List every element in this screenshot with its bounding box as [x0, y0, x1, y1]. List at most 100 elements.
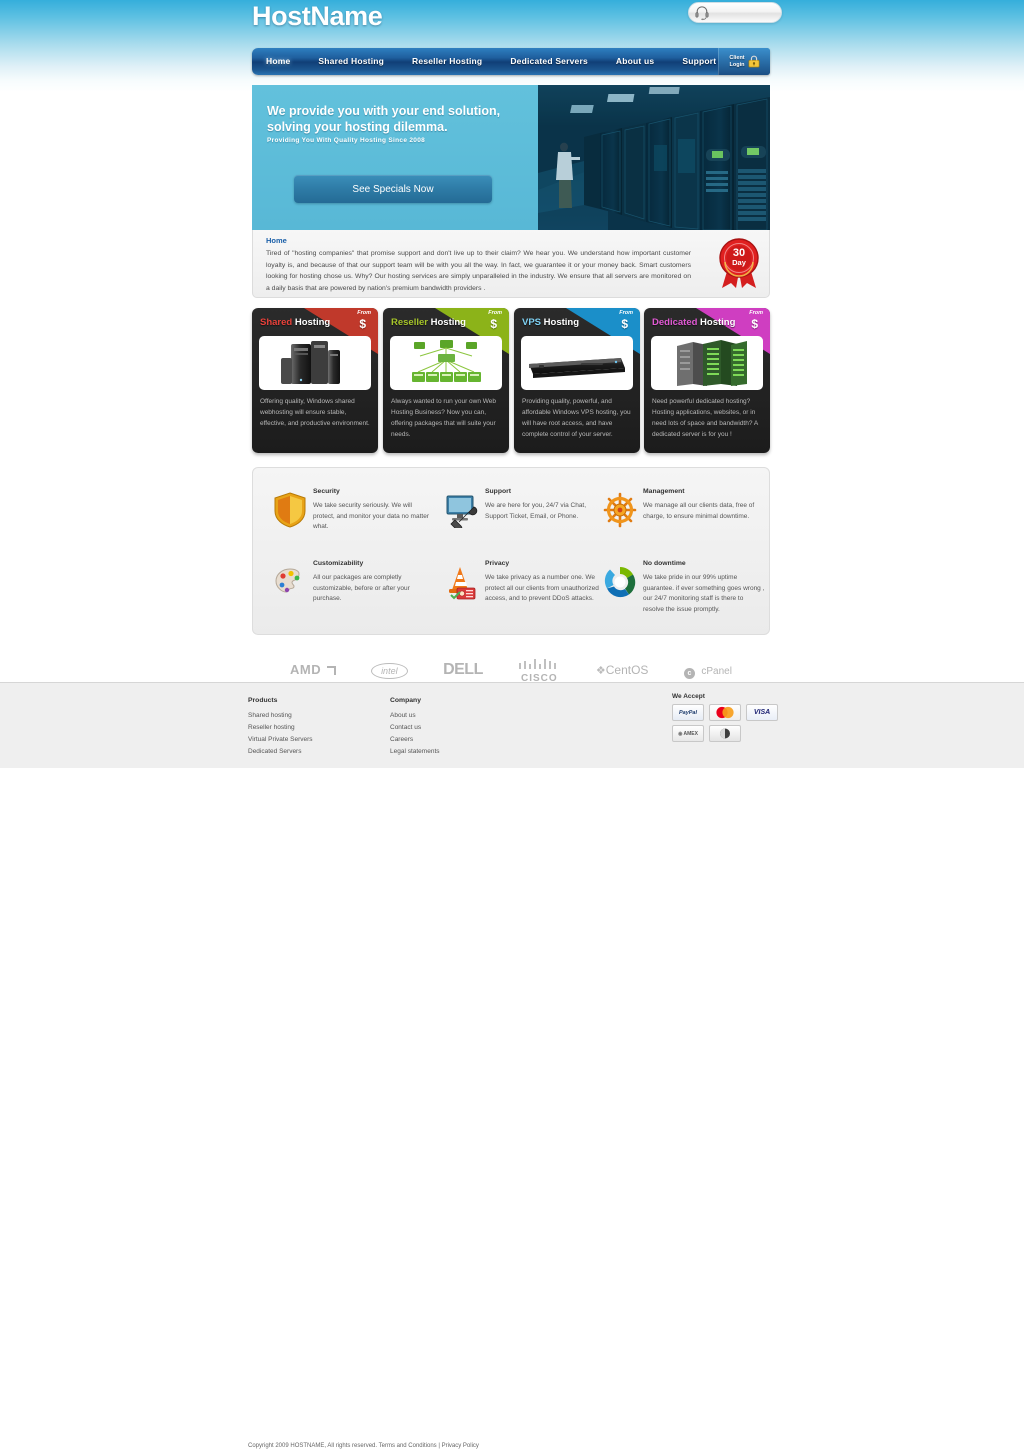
- footer-link-about-us[interactable]: About us: [390, 710, 440, 722]
- hero-text-panel: We provide you with your end solution, s…: [252, 85, 538, 230]
- card-title-accent: Dedicated: [652, 317, 698, 328]
- nav-item-home[interactable]: Home: [252, 48, 304, 75]
- footer-column-products: Products Shared hosting Reseller hosting…: [248, 697, 313, 758]
- main-navigation: Home Shared Hosting Reseller Hosting Ded…: [252, 48, 770, 75]
- card-text-dedicated: Need powerful dedicated hosting? Hosting…: [652, 398, 758, 438]
- feature-title-no-downtime: No downtime: [643, 560, 686, 567]
- client-login-button[interactable]: Client Login: [718, 48, 770, 75]
- card-title-accent: Shared: [260, 317, 293, 328]
- card-vps-hosting[interactable]: From $ VPS Hosting Providing quality, po: [514, 308, 640, 453]
- intro-title: Home: [266, 236, 287, 245]
- partner-logo-cpanel: c cPanel: [683, 661, 732, 679]
- card-dedicated-hosting[interactable]: From $ Dedicated Hosting Need powerful d…: [644, 308, 770, 453]
- footer-link-shared-hosting[interactable]: Shared hosting: [248, 710, 313, 722]
- nav-item-reseller-hosting[interactable]: Reseller Hosting: [398, 48, 496, 75]
- thirty-day-guarantee-seal: 30 Day: [719, 238, 759, 288]
- feature-text-support: We are here for you, 24/7 via Chat, Supp…: [485, 502, 587, 520]
- hero-title-line2: solving your hosting dilemma.: [267, 120, 448, 134]
- feature-text-customizability: All our packages are completly customiza…: [313, 574, 410, 602]
- client-login-line1: Client: [729, 55, 745, 61]
- card-text-reseller: Always wanted to run your own Web Hostin…: [391, 398, 497, 438]
- feature-support: Support We are here for you, 24/7 via Ch…: [433, 476, 605, 548]
- card-image-vps: [521, 336, 633, 390]
- feature-text-security: We take security seriously. We will prot…: [313, 502, 429, 530]
- copyright-separator: |: [438, 1443, 440, 1449]
- feature-security: Security We take security seriously. We …: [261, 476, 433, 548]
- footer-link-legal-statements[interactable]: Legal statements: [390, 746, 440, 758]
- lock-icon: [748, 55, 760, 68]
- site-footer: Products Shared hosting Reseller hosting…: [0, 682, 1024, 1449]
- card-text-shared: Offering quality, Windows shared webhost…: [260, 398, 370, 427]
- feature-title-support: Support: [485, 488, 512, 495]
- cisco-bars-icon: [519, 659, 557, 669]
- card-title-vps: VPS Hosting: [522, 317, 579, 328]
- monitor-wrench-icon: [446, 495, 478, 528]
- card-title-rest: Hosting: [430, 317, 466, 328]
- payment-badge-paypal: PayPal: [672, 704, 704, 721]
- site-header: HostName: [0, 0, 1024, 46]
- footer-link-careers[interactable]: Careers: [390, 734, 440, 746]
- feature-title-customizability: Customizability: [313, 560, 364, 567]
- site-logo[interactable]: HostName: [252, 1, 383, 32]
- support-contact-pill[interactable]: [688, 2, 782, 23]
- nav-item-about-us[interactable]: About us: [602, 48, 668, 75]
- footer-heading-company: Company: [390, 697, 421, 704]
- client-login-label: Client Login: [729, 55, 744, 68]
- nav-item-shared-hosting[interactable]: Shared Hosting: [304, 48, 398, 75]
- partner-logo-centos: ❖CentOS: [595, 663, 649, 677]
- card-image-reseller: [390, 336, 502, 390]
- datacenter-illustration: [538, 85, 770, 230]
- mastercard-icon: [716, 706, 734, 719]
- datacenter-photo: [538, 85, 770, 230]
- payment-badge-mastercard: [709, 704, 741, 721]
- feature-text-privacy: We take privacy as a number one. We prot…: [485, 574, 599, 602]
- hero-subtitle: Providing You With Quality Hosting Since…: [267, 137, 426, 144]
- card-title-rest: Hosting: [543, 317, 580, 328]
- traffic-cone-id-icon: [449, 567, 476, 600]
- card-shared-hosting[interactable]: From $ Shared Hosting Offering quality, …: [252, 308, 378, 453]
- card-reseller-hosting[interactable]: From $ Reseller Hosting Always wanted to…: [383, 308, 509, 453]
- footer-link-virtual-private-servers[interactable]: Virtual Private Servers: [248, 734, 313, 746]
- features-panel: Security We take security seriously. We …: [252, 467, 770, 635]
- ribbon-from-label: From: [619, 310, 633, 316]
- ribbon-from-label: From: [357, 310, 371, 316]
- footer-column-payments: We Accept PayPal VISA ◉ AMEX: [672, 693, 778, 742]
- client-login-line2: Login: [729, 61, 745, 68]
- partner-logo-intel: intel: [371, 661, 408, 679]
- card-image-dedicated: [651, 336, 763, 390]
- footer-column-company: Company About us Contact us Careers Lega…: [390, 697, 440, 758]
- ribbon-price-label: $: [621, 317, 628, 331]
- feature-privacy: Privacy We take privacy as a number one.…: [433, 548, 605, 620]
- feature-title-privacy: Privacy: [485, 560, 510, 567]
- payment-badge-amex: ◉ AMEX: [672, 725, 704, 742]
- partner-logo-amd: AMD: [290, 661, 336, 679]
- feature-customizability: Customizability All our packages are com…: [261, 548, 433, 620]
- page-root: HostName Home Shared Hosting Reseller Ho…: [0, 0, 1024, 1449]
- card-title-accent: Reseller: [391, 317, 428, 328]
- see-specials-button[interactable]: See Specials Now: [294, 175, 492, 203]
- card-title-rest: Hosting: [294, 317, 331, 328]
- feature-management: Management We manage all our clients dat…: [591, 476, 763, 548]
- ship-wheel-icon: [603, 492, 637, 528]
- nav-item-dedicated-servers[interactable]: Dedicated Servers: [496, 48, 602, 75]
- partner-logo-cisco: CISCO: [518, 656, 560, 684]
- feature-title-security: Security: [313, 488, 340, 495]
- card-title-rest: Hosting: [700, 317, 736, 328]
- ribbon-from-label: From: [749, 310, 763, 316]
- privacy-policy-link[interactable]: Privacy Policy: [442, 1443, 479, 1449]
- footer-link-contact-us[interactable]: Contact us: [390, 722, 440, 734]
- footer-link-reseller-hosting[interactable]: Reseller hosting: [248, 722, 313, 734]
- ribbon-from-label: From: [488, 310, 502, 316]
- terms-and-conditions-link[interactable]: Terms and Conditions: [379, 1443, 437, 1449]
- feature-title-management: Management: [643, 488, 685, 495]
- payment-badge-visa: VISA: [746, 704, 778, 721]
- footer-link-dedicated-servers[interactable]: Dedicated Servers: [248, 746, 313, 758]
- card-title-reseller: Reseller Hosting: [391, 317, 466, 328]
- shield-icon: [274, 492, 306, 528]
- card-image-shared: [259, 336, 371, 390]
- hero-title: We provide you with your end solution, s…: [267, 103, 517, 135]
- nav-item-list: Home Shared Hosting Reseller Hosting Ded…: [252, 48, 730, 75]
- payment-badge-discover: [709, 725, 741, 742]
- hero-banner: We provide you with your end solution, s…: [252, 85, 770, 230]
- feature-text-no-downtime: We take pride in our 99% uptime guarante…: [643, 574, 765, 613]
